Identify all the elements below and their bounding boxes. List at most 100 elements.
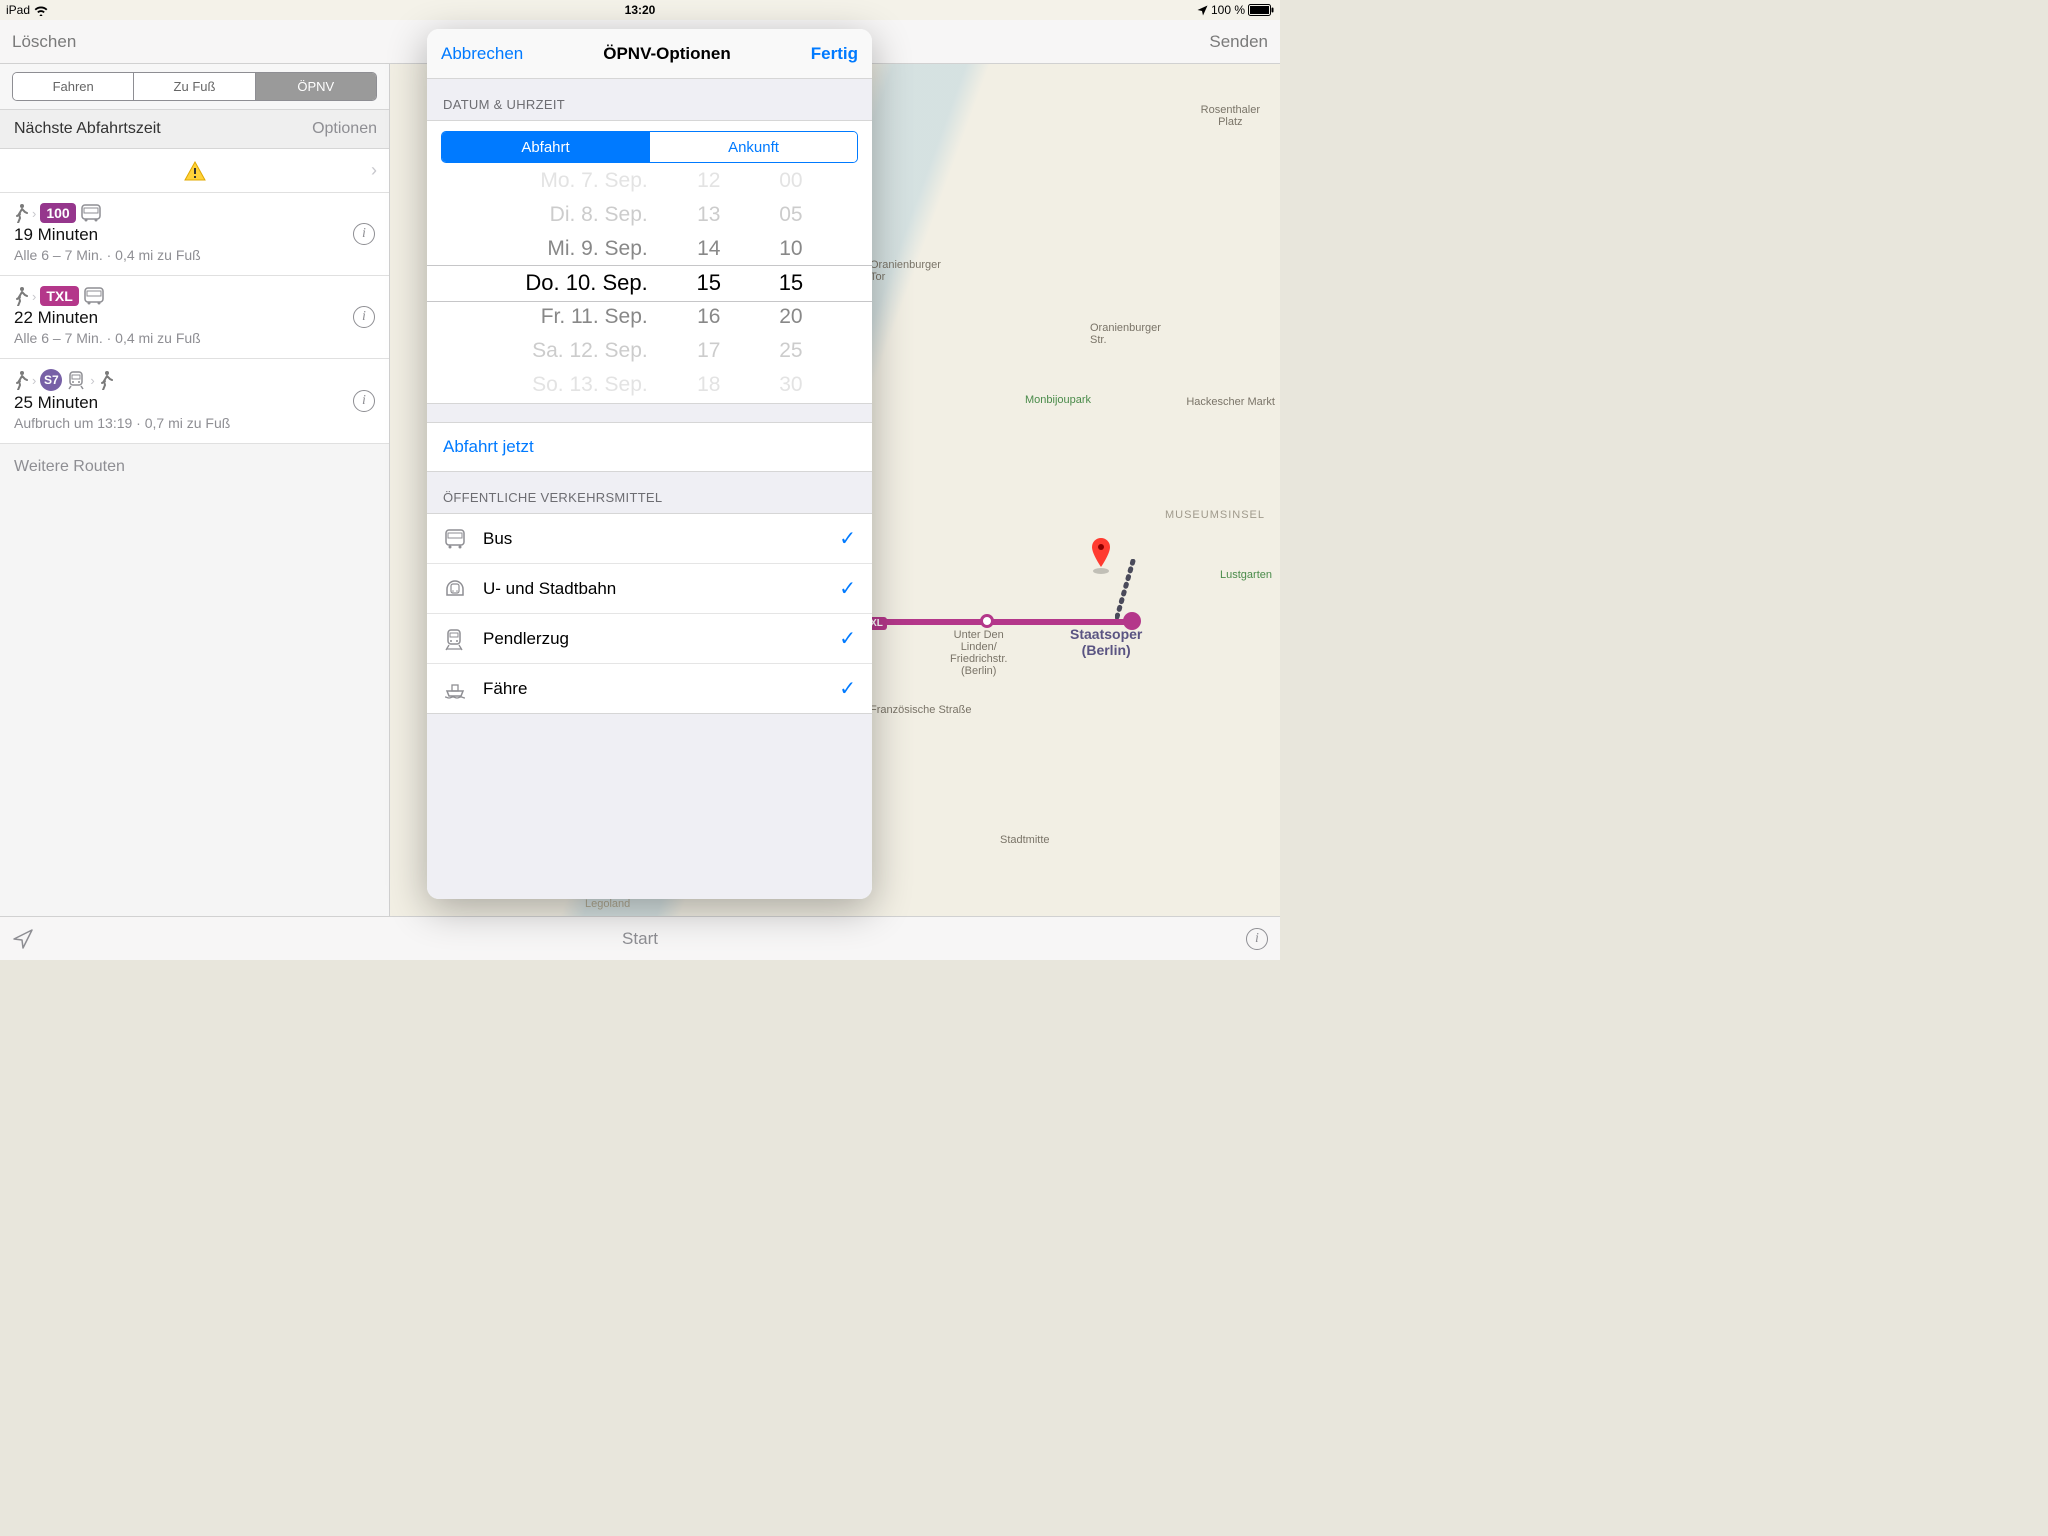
mode-label: Bus [483,529,825,549]
train-icon [66,370,86,390]
battery-percent: 100 % [1211,3,1245,17]
picker-row: Sa. 12. Sep. [532,334,648,368]
modes-list: Bus ✓ U- und Stadtbahn ✓ Pendlerzug ✓ Fä… [427,513,872,714]
popover-body: DATUM & UHRZEIT Abfahrt Ankunft Mo. 7. S… [427,79,872,899]
map-label-rosenthaler: Rosenthaler Platz [1201,104,1260,128]
destination-label: Staatsoper (Berlin) [1070,626,1142,658]
picker-row: Mo. 7. Sep. [540,164,647,198]
picker-date-column[interactable]: Mo. 7. Sep. Di. 8. Sep. Mi. 9. Sep. Do. … [467,163,668,403]
line-badge-txl: TXL [40,286,78,306]
info-button[interactable]: i [353,390,375,412]
info-button[interactable]: i [353,306,375,328]
chevron-right-icon: › [32,289,36,304]
mode-label: Pendlerzug [483,629,825,649]
info-button[interactable]: i [353,223,375,245]
map-label-lustgarten: Lustgarten [1220,569,1272,581]
transport-segmented[interactable]: Fahren Zu Fuß ÖPNV [12,72,377,101]
picker-hour-column[interactable]: 12 13 14 15 16 17 18 [668,163,750,403]
checkmark-icon: ✓ [839,526,856,551]
status-bar: iPad 13:20 100 % [0,0,1280,20]
picker-row: 10 [779,232,802,266]
locate-me-button[interactable] [12,928,34,950]
map-label-museumsinsel: MUSEUMSINSEL [1165,509,1265,521]
ferry-icon [443,679,469,699]
picker-row: 16 [697,300,720,334]
battery-icon [1248,4,1274,16]
picker-row: 13 [697,198,720,232]
tab-drive[interactable]: Fahren [13,73,134,100]
segment-arrival[interactable]: Ankunft [650,132,857,162]
picker-row-selected: 15 [697,266,721,300]
walk-icon [14,286,28,306]
segment-departure[interactable]: Abfahrt [442,132,650,162]
picker-row: 14 [697,232,720,266]
walk-icon [14,203,28,223]
chevron-right-icon: › [90,373,94,388]
map-label-oranienburger-str: Oranienburger Str. [1090,322,1161,346]
tab-transit[interactable]: ÖPNV [256,73,376,100]
route-duration: 25 Minuten [14,393,375,413]
clock: 13:20 [625,3,656,17]
bus-icon [80,203,102,223]
map-label-hackescher: Hackescher Markt [1186,396,1275,408]
walk-icon [99,370,113,390]
chevron-right-icon: › [371,160,377,181]
section-datetime-title: DATUM & UHRZEIT [427,79,872,120]
checkmark-icon: ✓ [839,576,856,601]
picker-row: 18 [697,368,720,402]
more-routes-button[interactable]: Weitere Routen [0,444,389,490]
mode-row-bus[interactable]: Bus ✓ [427,514,872,564]
map-label-franzoesische: Französische Straße [870,704,971,716]
service-warning-row[interactable]: › [0,149,389,193]
train-icon [443,627,469,651]
map-label-unter-den-linden: Unter Den Linden/ Friedrichstr. (Berlin) [950,629,1007,677]
picker-minute-column[interactable]: 00 05 10 15 20 25 30 [750,163,832,403]
picker-row-selected: Do. 10. Sep. [525,266,647,300]
bus-icon [83,286,105,306]
route-item[interactable]: › 100 19 Minuten Alle 6 – 7 Min. · 0,4 m… [0,193,389,276]
picker-row: Di. 8. Sep. [550,198,648,232]
walk-icon [14,370,28,390]
picker-row-selected: 15 [779,266,803,300]
subheader: Nächste Abfahrtszeit Optionen [0,109,389,149]
picker-row: 25 [779,334,802,368]
location-icon [1197,5,1208,16]
subway-icon [443,577,469,601]
subheader-title: Nächste Abfahrtszeit [14,120,161,138]
start-button[interactable]: Start [622,929,658,949]
transit-options-popover: Abbrechen ÖPNV-Optionen Fertig DATUM & U… [427,29,872,899]
bottom-toolbar: Start i [0,916,1280,960]
map-label-monbijoupark: Monbijoupark [1025,394,1091,406]
datetime-picker[interactable]: Mo. 7. Sep. Di. 8. Sep. Mi. 9. Sep. Do. … [427,163,872,403]
picker-row: Fr. 11. Sep. [541,300,648,334]
tab-walk[interactable]: Zu Fuß [134,73,255,100]
options-button[interactable]: Optionen [312,120,377,138]
map-pin-icon [1090,538,1112,574]
destination-name: Staatsoper [1070,626,1142,642]
done-button[interactable]: Fertig [811,44,858,64]
picker-row: So. 13. Sep. [532,368,648,402]
mode-row-ferry[interactable]: Fähre ✓ [427,664,872,713]
mode-row-subway[interactable]: U- und Stadtbahn ✓ [427,564,872,614]
route-item[interactable]: › TXL 22 Minuten Alle 6 – 7 Min. · 0,4 m… [0,276,389,359]
route-duration: 22 Minuten [14,308,375,328]
picker-row: 20 [779,300,802,334]
info-button[interactable]: i [1246,928,1268,950]
picker-row: 00 [779,164,802,198]
leave-now-button[interactable]: Abfahrt jetzt [427,422,872,472]
line-badge-100: 100 [40,203,75,223]
wifi-icon [34,5,48,16]
cancel-button[interactable]: Abbrechen [441,44,523,64]
mode-label: Fähre [483,679,825,699]
route-detail: Alle 6 – 7 Min. · 0,4 mi zu Fuß [14,247,375,263]
map-label-oranienburger-tor: Oranienburger Tor [870,259,941,283]
depart-arrive-segmented[interactable]: Abfahrt Ankunft [441,131,858,163]
checkmark-icon: ✓ [839,626,856,651]
route-item[interactable]: › S7 › 25 Minuten Aufbruch um 13:19 · 0,… [0,359,389,444]
map-label-legoland: Legoland [585,898,630,910]
picker-row: 12 [697,164,720,198]
mode-row-commuter[interactable]: Pendlerzug ✓ [427,614,872,664]
picker-row: Mi. 9. Sep. [547,232,647,266]
chevron-right-icon: › [32,206,36,221]
checkmark-icon: ✓ [839,676,856,701]
